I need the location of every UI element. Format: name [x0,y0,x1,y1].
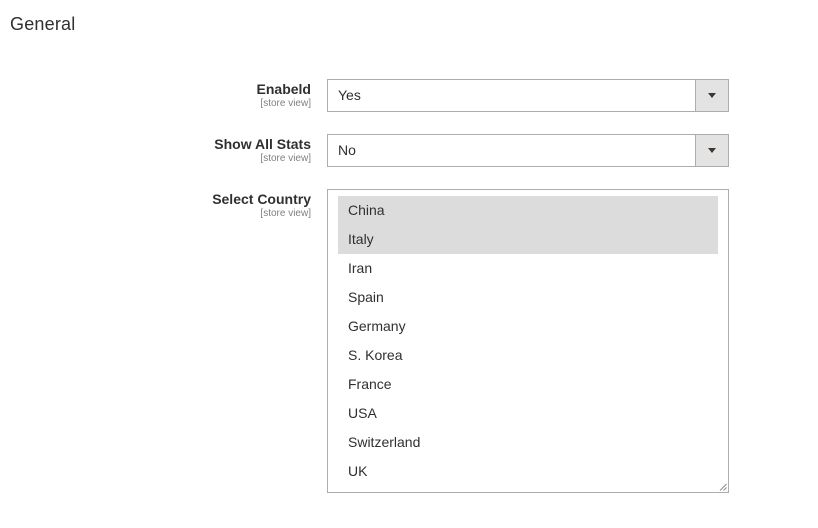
section-title[interactable]: General [10,14,75,35]
country-option[interactable]: Germany [338,312,718,341]
show-all-stats-label: Show All Stats [store view] [111,135,311,165]
select-country-label: Select Country [store view] [111,190,311,220]
enabled-select[interactable]: Yes [327,79,729,112]
config-section-general: General Enabeld [store view] Yes Show Al… [0,0,818,528]
country-option[interactable]: China [338,196,718,225]
country-option[interactable]: S. Korea [338,341,718,370]
chevron-down-icon [708,148,716,153]
country-option[interactable]: Switzerland [338,428,718,457]
country-option[interactable]: UK [338,457,718,486]
enabled-label-text: Enabeld [256,81,311,97]
enabled-select-value: Yes [338,87,361,103]
show-all-stats-select-toggle[interactable] [695,135,728,166]
chevron-down-icon [708,93,716,98]
show-all-stats-scope: [store view] [260,153,311,164]
enabled-select-toggle[interactable] [695,80,728,111]
resize-handle-icon[interactable] [719,483,727,491]
enabled-label: Enabeld [store view] [111,80,311,110]
show-all-stats-select[interactable]: No [327,134,729,167]
country-option[interactable]: Iran [338,254,718,283]
country-option[interactable]: France [338,370,718,399]
show-all-stats-select-value: No [338,142,356,158]
select-country-multiselect[interactable]: China Italy Iran Spain Germany S. Korea … [327,189,729,493]
country-option[interactable]: Spain [338,283,718,312]
select-country-label-text: Select Country [212,191,311,207]
show-all-stats-label-text: Show All Stats [214,136,311,152]
country-option[interactable]: USA [338,399,718,428]
enabled-scope: [store view] [260,98,311,109]
select-country-scope: [store view] [260,208,311,219]
country-option[interactable]: Italy [338,225,718,254]
